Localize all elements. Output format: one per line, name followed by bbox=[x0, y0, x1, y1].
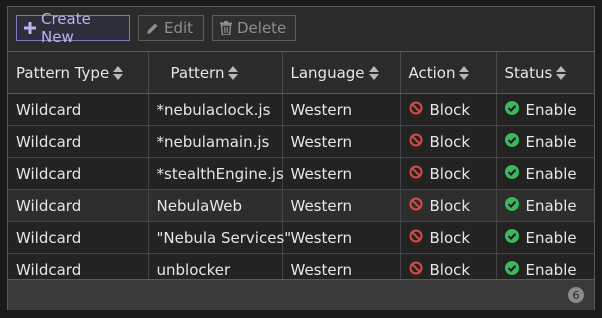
pattern-cell: *nebulaclock.js bbox=[147, 93, 282, 126]
column-header-language[interactable]: Language bbox=[281, 51, 400, 94]
pencil-icon bbox=[146, 22, 159, 35]
trash-icon bbox=[220, 21, 232, 35]
pattern-type-cell: Wildcard bbox=[8, 157, 148, 190]
sort-icon bbox=[459, 65, 470, 80]
check-circle-icon bbox=[504, 260, 519, 279]
edit-button[interactable]: Edit bbox=[138, 15, 204, 41]
delete-label: Delete bbox=[237, 19, 287, 37]
check-circle-icon bbox=[504, 164, 519, 183]
table-row[interactable]: Wildcard *nebulamain.js Western Block En… bbox=[8, 125, 594, 158]
status-cell: Enable bbox=[495, 157, 594, 190]
table-footer: 6 bbox=[8, 279, 594, 310]
sort-icon bbox=[228, 65, 239, 80]
row-count-badge: 6 bbox=[568, 287, 584, 303]
action-cell: Block bbox=[399, 189, 496, 222]
toolbar: Create New Edit Delete bbox=[8, 7, 594, 51]
block-icon bbox=[409, 133, 423, 151]
plus-icon bbox=[24, 22, 36, 34]
pattern-type-cell: Wildcard bbox=[8, 189, 148, 222]
column-header-pattern[interactable]: Pattern bbox=[147, 51, 282, 94]
pattern-cell: "Nebula Services" bbox=[147, 221, 291, 254]
action-cell: Block bbox=[399, 221, 496, 254]
status-cell: Enable bbox=[495, 221, 594, 254]
language-cell: Western bbox=[281, 125, 400, 158]
block-icon bbox=[409, 165, 423, 183]
language-cell: Western bbox=[281, 189, 400, 222]
edit-label: Edit bbox=[164, 19, 194, 37]
block-icon bbox=[409, 197, 423, 215]
filter-table-panel: Create New Edit Delete Pattern Type Patt… bbox=[7, 6, 595, 310]
check-circle-icon bbox=[504, 196, 519, 215]
pattern-cell: *stealthEngine.js bbox=[147, 157, 284, 190]
status-cell: Enable bbox=[495, 125, 594, 158]
block-icon bbox=[409, 229, 423, 247]
delete-button[interactable]: Delete bbox=[212, 15, 296, 41]
pattern-table: Pattern Type Pattern Language Action Sta… bbox=[8, 51, 594, 286]
table-row[interactable]: Wildcard "Nebula Services" Western Block… bbox=[8, 221, 594, 254]
check-circle-icon bbox=[504, 132, 519, 151]
language-cell: Western bbox=[281, 93, 400, 126]
language-cell: Western bbox=[281, 157, 400, 190]
sort-icon bbox=[556, 65, 567, 80]
table-header-row: Pattern Type Pattern Language Action Sta… bbox=[8, 51, 594, 94]
action-cell: Block bbox=[399, 125, 496, 158]
pattern-type-cell: Wildcard bbox=[8, 93, 148, 126]
pattern-type-cell: Wildcard bbox=[8, 125, 148, 158]
sort-icon bbox=[113, 65, 124, 80]
column-header-pattern-type[interactable]: Pattern Type bbox=[8, 51, 148, 94]
status-cell: Enable bbox=[495, 189, 594, 222]
pattern-cell: NebulaWeb bbox=[147, 189, 282, 222]
block-icon bbox=[409, 261, 423, 279]
column-header-status[interactable]: Status bbox=[495, 51, 594, 94]
pattern-cell: *nebulamain.js bbox=[147, 125, 282, 158]
language-cell: Western bbox=[281, 221, 400, 254]
action-cell: Block bbox=[399, 157, 496, 190]
table-row[interactable]: Wildcard NebulaWeb Western Block Enable bbox=[8, 189, 594, 222]
sort-icon bbox=[368, 65, 379, 80]
action-cell: Block bbox=[399, 93, 496, 126]
block-icon bbox=[409, 101, 423, 119]
check-circle-icon bbox=[504, 100, 519, 119]
create-new-button[interactable]: Create New bbox=[16, 10, 130, 46]
create-new-label: Create New bbox=[41, 10, 91, 46]
table-row[interactable]: Wildcard *stealthEngine.js Western Block… bbox=[8, 157, 594, 190]
status-cell: Enable bbox=[495, 93, 594, 126]
table-row[interactable]: Wildcard *nebulaclock.js Western Block E… bbox=[8, 93, 594, 126]
pattern-type-cell: Wildcard bbox=[8, 221, 148, 254]
column-header-action[interactable]: Action bbox=[399, 51, 496, 94]
check-circle-icon bbox=[504, 228, 519, 247]
